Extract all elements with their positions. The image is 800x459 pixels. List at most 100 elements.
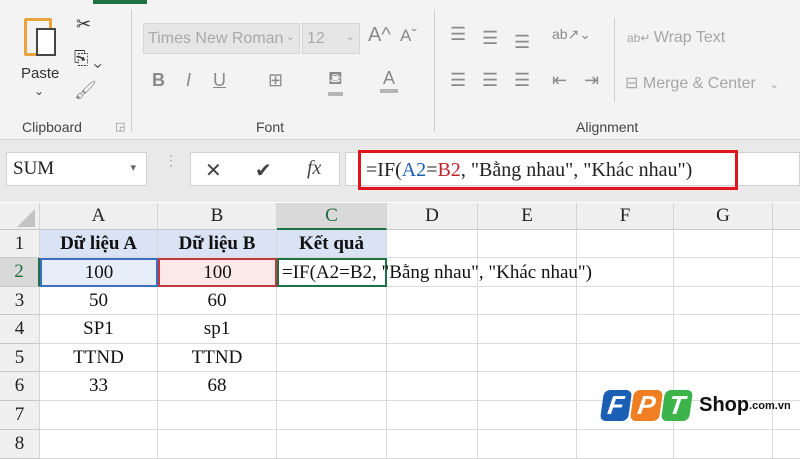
- underline-button[interactable]: U: [213, 70, 226, 91]
- cell-b8[interactable]: [158, 430, 277, 459]
- borders-icon[interactable]: ⊞: [268, 70, 283, 91]
- italic-button[interactable]: I: [186, 70, 191, 91]
- cell-c4[interactable]: [277, 315, 387, 344]
- row-header-8[interactable]: 8: [0, 430, 40, 459]
- cell-f5[interactable]: [577, 344, 674, 372]
- cell-e8[interactable]: [478, 430, 577, 459]
- align-right-icon[interactable]: ☰: [514, 70, 530, 91]
- cell-f8[interactable]: [577, 430, 674, 459]
- align-top-icon[interactable]: ☰: [450, 24, 466, 45]
- cell-a7[interactable]: [40, 401, 158, 430]
- cell-e3[interactable]: [478, 287, 577, 315]
- column-header-partial[interactable]: [773, 203, 800, 230]
- cell-f1[interactable]: [577, 230, 674, 258]
- column-header-e[interactable]: E: [478, 203, 577, 230]
- cell-c8[interactable]: [277, 430, 387, 459]
- column-header-f[interactable]: F: [577, 203, 674, 230]
- row-header-6[interactable]: 6: [0, 372, 40, 401]
- format-painter-icon[interactable]: 🖌: [74, 80, 97, 101]
- cell-d6[interactable]: [387, 372, 478, 401]
- increase-indent-icon[interactable]: ⇥: [584, 70, 599, 91]
- cell[interactable]: [773, 258, 800, 287]
- cell-g4[interactable]: [674, 315, 773, 344]
- bold-button[interactable]: B: [152, 70, 165, 91]
- column-header-d[interactable]: D: [387, 203, 478, 230]
- shrink-font-button[interactable]: Aˇ: [400, 26, 417, 46]
- row-header-3[interactable]: 3: [0, 287, 40, 315]
- cell-e4[interactable]: [478, 315, 577, 344]
- font-color-button[interactable]: A: [380, 68, 399, 93]
- cell-a1[interactable]: Dữ liệu A: [40, 230, 158, 258]
- cell-c6[interactable]: [277, 372, 387, 401]
- cell[interactable]: [773, 430, 800, 459]
- column-header-c[interactable]: C: [277, 203, 387, 230]
- cell-b4[interactable]: sp1: [158, 315, 277, 344]
- cell-d8[interactable]: [387, 430, 478, 459]
- select-all-button[interactable]: [0, 203, 40, 230]
- cell-c3[interactable]: [277, 287, 387, 315]
- formula-highlight[interactable]: =IF(A2=B2, "Bằng nhau", "Khác nhau"): [358, 150, 738, 190]
- cell-c7[interactable]: [277, 401, 387, 430]
- cell-d3[interactable]: [387, 287, 478, 315]
- cell-a6[interactable]: 33: [40, 372, 158, 401]
- cancel-icon[interactable]: ✕: [205, 158, 222, 183]
- cell-a4[interactable]: SP1: [40, 315, 158, 344]
- drag-handle-icon[interactable]: ⋮: [164, 153, 178, 167]
- align-bottom-icon[interactable]: ☰: [514, 32, 530, 53]
- font-size-select[interactable]: 12 ⌄: [302, 23, 360, 54]
- row-header-1[interactable]: 1: [0, 230, 40, 258]
- cell-d1[interactable]: [387, 230, 478, 258]
- enter-icon[interactable]: ✔: [255, 158, 272, 183]
- wrap-text-button[interactable]: ab↵ Wrap Text: [627, 29, 725, 47]
- cut-icon[interactable]: ✂: [76, 14, 91, 35]
- cell-b5[interactable]: TTND: [158, 344, 277, 372]
- paste-button[interactable]: Paste ⌄: [18, 12, 66, 102]
- row-header-2[interactable]: 2: [0, 258, 40, 287]
- column-header-b[interactable]: B: [158, 203, 277, 230]
- cell-b2[interactable]: 100: [158, 258, 277, 287]
- cell-a5[interactable]: TTND: [40, 344, 158, 372]
- cell-e6[interactable]: [478, 372, 577, 401]
- cell-b1[interactable]: Dữ liệu B: [158, 230, 277, 258]
- cell-f3[interactable]: [577, 287, 674, 315]
- row-header-7[interactable]: 7: [0, 401, 40, 430]
- cell[interactable]: [773, 344, 800, 372]
- cell-d7[interactable]: [387, 401, 478, 430]
- orientation-icon[interactable]: ab↗⌄: [552, 26, 591, 43]
- name-box[interactable]: SUM ▾: [6, 152, 147, 186]
- dialog-launcher-icon[interactable]: ◲: [115, 120, 125, 133]
- cell-e1[interactable]: [478, 230, 577, 258]
- copy-icon[interactable]: ⎘ ⌄: [74, 48, 102, 69]
- cell-d4[interactable]: [387, 315, 478, 344]
- cell-a2[interactable]: 100: [40, 258, 158, 287]
- cell[interactable]: [773, 315, 800, 344]
- cell-c5[interactable]: [277, 344, 387, 372]
- row-header-4[interactable]: 4: [0, 315, 40, 344]
- column-header-a[interactable]: A: [40, 203, 158, 230]
- cell-d5[interactable]: [387, 344, 478, 372]
- column-header-g[interactable]: G: [674, 203, 773, 230]
- cell-g8[interactable]: [674, 430, 773, 459]
- cell-e7[interactable]: [478, 401, 577, 430]
- align-center-icon[interactable]: ☰: [482, 70, 498, 91]
- cell-b7[interactable]: [158, 401, 277, 430]
- cell-g5[interactable]: [674, 344, 773, 372]
- cell-c1[interactable]: Kết quả: [277, 230, 387, 258]
- cell-a3[interactable]: 50: [40, 287, 158, 315]
- cell-b6[interactable]: 68: [158, 372, 277, 401]
- fill-color-icon[interactable]: ⛾: [328, 68, 343, 96]
- cell[interactable]: [773, 287, 800, 315]
- cell-c2[interactable]: =IF(A2=B2, "Bằng nhau", "Khác nhau"): [277, 258, 592, 287]
- row-header-5[interactable]: 5: [0, 344, 40, 372]
- align-middle-icon[interactable]: ☰: [482, 28, 498, 49]
- insert-function-icon[interactable]: fx: [307, 157, 321, 180]
- cell[interactable]: [773, 230, 800, 258]
- decrease-indent-icon[interactable]: ⇤: [552, 70, 567, 91]
- merge-center-button[interactable]: ⊟ Merge & Center ⌄: [625, 73, 779, 93]
- cell-b3[interactable]: 60: [158, 287, 277, 315]
- grow-font-button[interactable]: A^: [368, 24, 391, 47]
- cell-g1[interactable]: [674, 230, 773, 258]
- cell-e5[interactable]: [478, 344, 577, 372]
- cell-g2[interactable]: [674, 258, 773, 287]
- align-left-icon[interactable]: ☰: [450, 70, 466, 91]
